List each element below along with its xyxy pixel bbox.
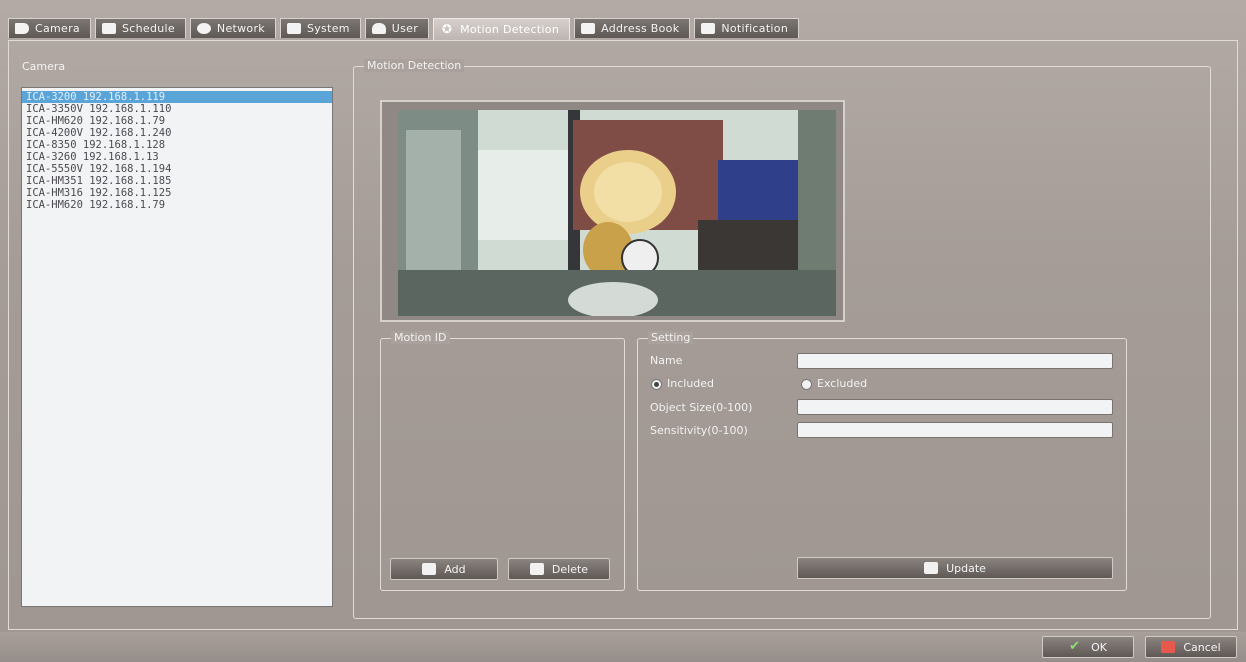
excluded-label: Excluded <box>817 377 868 390</box>
motion-id-title: Motion ID <box>391 331 450 344</box>
motion-icon: ✪ <box>441 22 453 36</box>
video-preview-frame <box>380 100 845 322</box>
motion-detection-title: Motion Detection <box>364 59 465 72</box>
object-size-label: Object Size(0-100) <box>650 401 753 414</box>
add-button-label: Add <box>444 562 466 576</box>
camera-list-label: Camera <box>22 60 66 73</box>
camera-list[interactable]: ICA-3200 192.168.1.119 ICA-3350V 192.168… <box>21 87 333 607</box>
tab-label: Camera <box>35 22 80 35</box>
tab-label: Schedule <box>121 22 175 35</box>
ok-button-label: OK <box>1091 640 1107 654</box>
camera-list-item[interactable]: ICA-8350 192.168.1.128 <box>22 139 332 151</box>
camera-list-item[interactable]: ICA-HM351 192.168.1.185 <box>22 175 332 187</box>
camera-list-item[interactable]: ICA-3260 192.168.1.13 <box>22 151 332 163</box>
ok-button[interactable]: ✔ OK <box>1042 636 1134 658</box>
tab-label: Notification <box>721 22 789 35</box>
camera-list-item-selected[interactable]: ICA-3200 192.168.1.119 <box>22 91 332 103</box>
camera-list-item[interactable]: ICA-HM620 192.168.1.79 <box>22 199 332 211</box>
network-icon <box>196 23 211 34</box>
cancel-icon <box>1161 641 1176 653</box>
tab-label: Motion Detection <box>460 23 560 36</box>
setting-group: Setting <box>637 331 1127 591</box>
tab-network[interactable]: Network <box>189 18 276 38</box>
excluded-radio[interactable] <box>801 379 812 390</box>
user-icon <box>371 23 386 34</box>
save-icon <box>924 562 939 574</box>
tab-motion-detection[interactable]: ✪ Motion Detection <box>433 18 571 40</box>
included-radio[interactable] <box>651 379 662 390</box>
cancel-button[interactable]: Cancel <box>1145 636 1237 658</box>
tab-label: User <box>391 22 419 35</box>
object-size-field[interactable] <box>797 399 1113 415</box>
camera-list-item[interactable]: ICA-3350V 192.168.1.110 <box>22 103 332 115</box>
name-label: Name <box>650 354 683 367</box>
camera-live-view[interactable] <box>398 110 836 316</box>
address-book-icon <box>581 23 596 34</box>
camera-icon <box>15 23 29 34</box>
notification-icon <box>701 23 716 34</box>
tab-camera[interactable]: Camera <box>8 18 91 38</box>
included-label: Included <box>667 377 715 390</box>
tab-address-book[interactable]: Address Book <box>574 18 691 38</box>
motion-detection-settings-window: Camera Schedule Network System User ✪ Mo… <box>0 0 1246 662</box>
tab-notification[interactable]: Notification <box>694 18 800 38</box>
camera-list-item[interactable]: ICA-HM316 192.168.1.125 <box>22 187 332 199</box>
camera-list-item[interactable]: ICA-HM620 192.168.1.79 <box>22 115 332 127</box>
cancel-button-label: Cancel <box>1183 640 1221 654</box>
tab-label: System <box>306 22 350 35</box>
update-button-label: Update <box>946 561 986 575</box>
update-button[interactable]: Update <box>797 557 1113 579</box>
add-button[interactable]: Add <box>390 558 498 580</box>
delete-button[interactable]: Delete <box>508 558 610 580</box>
camera-scene-image <box>398 110 836 316</box>
camera-list-item[interactable]: ICA-5550V 192.168.1.194 <box>22 163 332 175</box>
tab-label: Network <box>216 22 265 35</box>
schedule-icon <box>101 23 116 34</box>
camera-list-item[interactable]: ICA-4200V 192.168.1.240 <box>22 127 332 139</box>
sensitivity-field[interactable] <box>797 422 1113 438</box>
delete-button-label: Delete <box>551 562 589 576</box>
motion-id-group: Motion ID <box>380 331 625 591</box>
system-icon <box>286 23 301 34</box>
setting-title: Setting <box>648 331 694 344</box>
tab-user[interactable]: User <box>364 18 430 38</box>
tab-schedule[interactable]: Schedule <box>94 18 186 38</box>
sensitivity-label: Sensitivity(0-100) <box>650 424 748 437</box>
name-field[interactable] <box>797 353 1113 369</box>
add-icon <box>422 563 437 575</box>
tab-system[interactable]: System <box>279 18 361 38</box>
trash-icon <box>529 563 544 575</box>
tab-label: Address Book <box>601 22 680 35</box>
checkmark-icon: ✔ <box>1069 639 1080 654</box>
tab-bar: Camera Schedule Network System User ✪ Mo… <box>8 18 803 40</box>
